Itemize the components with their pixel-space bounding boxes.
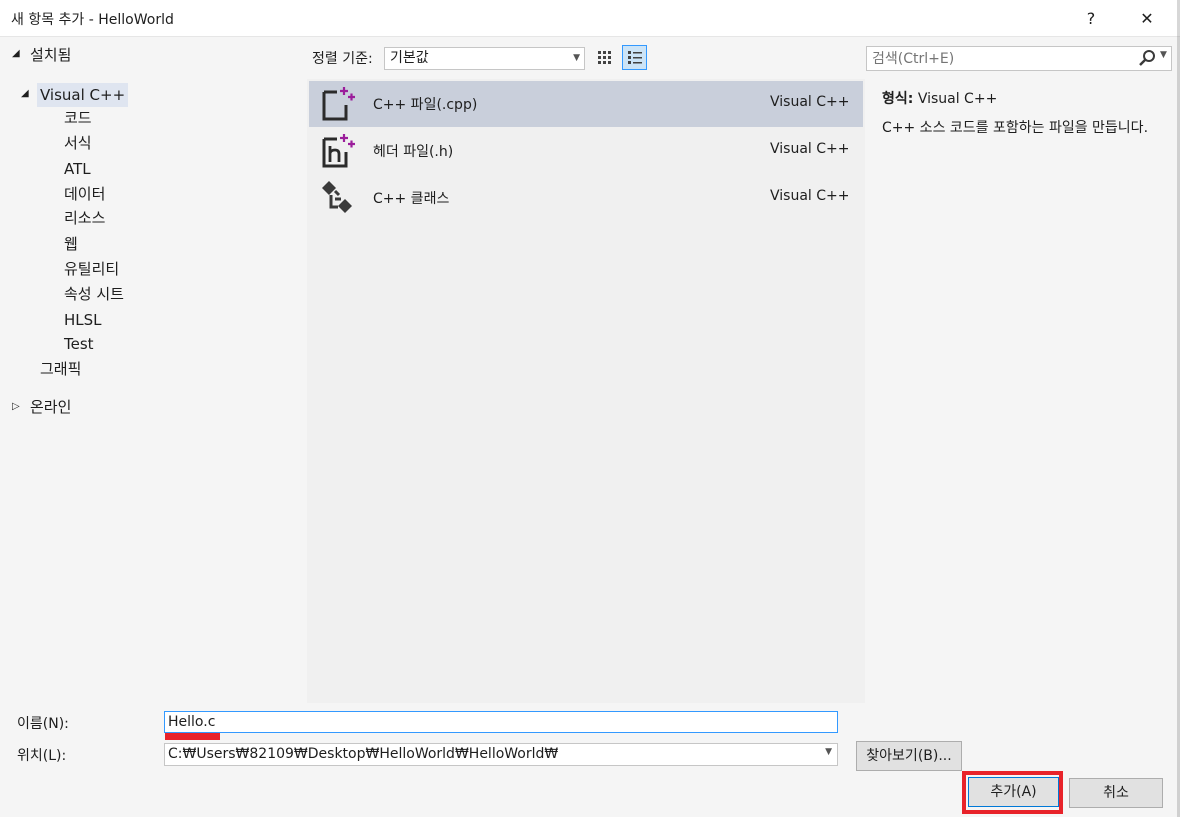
detail-type: 형식: Visual C++	[882, 88, 997, 108]
tree-item-web[interactable]: 웹	[64, 232, 78, 256]
type-value: Visual C++	[917, 91, 998, 107]
location-label: 위치(L):	[17, 748, 67, 764]
tree-item-hlsl[interactable]: HLSL	[64, 308, 102, 332]
details-panel	[866, 79, 1180, 703]
tree-item-atl[interactable]: ATL	[64, 157, 91, 181]
sort-value: 기본값	[390, 50, 429, 66]
name-field[interactable]	[164, 711, 838, 733]
help-button[interactable]: ?	[1068, 0, 1114, 37]
tree-item-utility[interactable]: 유틸리티	[64, 257, 119, 281]
location-value: C:₩Users₩82109₩Desktop₩HelloWorld₩HelloW…	[168, 746, 559, 762]
list-item[interactable]: C++ 클래스 Visual C++	[309, 175, 863, 221]
tree-item-code[interactable]: 코드	[64, 106, 92, 130]
small-icons-view-button[interactable]	[592, 45, 617, 70]
list-details-icon	[627, 50, 642, 64]
name-input[interactable]	[168, 713, 828, 731]
search-icon[interactable]	[1138, 49, 1156, 67]
chevron-down-icon: ▼	[573, 53, 580, 63]
tree-item-online[interactable]: 온라인	[30, 395, 71, 419]
tree-item-test[interactable]: Test	[64, 332, 94, 356]
item-name: 헤더 파일(.h)	[373, 144, 454, 160]
list-item[interactable]: 헤더 파일(.h) Visual C++	[309, 128, 863, 174]
tree-item-resources[interactable]: 리소스	[64, 206, 105, 230]
name-label: 이름(N):	[17, 716, 69, 732]
item-name: C++ 파일(.cpp)	[373, 97, 478, 113]
template-list: C++ 파일(.cpp) Visual C++ 헤더 파일(.h) Visual…	[307, 79, 865, 703]
tree-item-format[interactable]: 서식	[64, 131, 92, 155]
list-item[interactable]: C++ 파일(.cpp) Visual C++	[309, 81, 863, 127]
cpp-file-icon	[322, 87, 355, 121]
tree-item-property-sheets[interactable]: 속성 시트	[64, 282, 124, 306]
search-input[interactable]	[872, 49, 1122, 68]
cancel-button[interactable]: 취소	[1069, 778, 1163, 808]
header-file-icon	[322, 134, 355, 168]
sort-dropdown[interactable]: 기본값 ▼	[384, 47, 585, 70]
small-icons-grid-icon	[597, 50, 611, 64]
cpp-class-icon	[322, 181, 352, 213]
type-label: 형식:	[882, 91, 914, 107]
tree-item-graphics[interactable]: 그래픽	[40, 357, 81, 381]
search-field[interactable]: ▼	[866, 46, 1172, 71]
collapse-arrow-icon[interactable]: ▷	[12, 401, 20, 412]
window-title: 새 항목 추가 - HelloWorld	[11, 12, 174, 28]
tree-item-data[interactable]: 데이터	[64, 182, 105, 206]
location-dropdown[interactable]: C:₩Users₩82109₩Desktop₩HelloWorld₩HelloW…	[164, 743, 838, 766]
detail-description: C++ 소스 코드를 포함하는 파일을 만듭니다.	[882, 120, 1149, 136]
item-language: Visual C++	[770, 94, 850, 110]
item-language: Visual C++	[770, 188, 850, 204]
browse-button[interactable]: 찾아보기(B)...	[856, 741, 962, 771]
title-bar: 새 항목 추가 - HelloWorld ? ✕	[0, 0, 1180, 37]
chevron-down-icon[interactable]: ▼	[1160, 50, 1167, 60]
list-view-button[interactable]	[622, 45, 647, 70]
tree-item-visual-cpp[interactable]: Visual C++	[37, 83, 129, 107]
add-button[interactable]: 추가(A)	[968, 777, 1059, 807]
sort-label: 정렬 기준:	[312, 51, 373, 67]
expand-arrow-icon[interactable]: ◢	[21, 88, 29, 99]
annotation-underline	[165, 733, 220, 740]
item-name: C++ 클래스	[373, 191, 450, 207]
chevron-down-icon[interactable]: ▼	[825, 747, 832, 757]
tree-item-installed[interactable]: 설치됨	[30, 43, 71, 67]
item-language: Visual C++	[770, 141, 850, 157]
expand-arrow-icon[interactable]: ◢	[12, 48, 20, 59]
close-button[interactable]: ✕	[1124, 0, 1170, 37]
